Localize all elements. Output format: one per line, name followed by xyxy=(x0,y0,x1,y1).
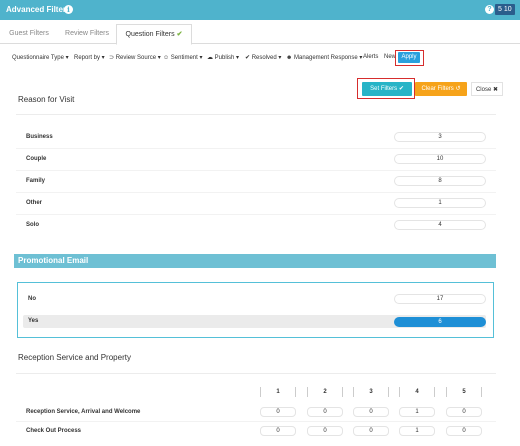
rating-cell[interactable]: 0 xyxy=(446,407,482,417)
column-header-4: 4 xyxy=(399,387,435,397)
tab-question-filters[interactable]: Question Filters ✔ xyxy=(116,24,192,45)
row-label: Check Out Process xyxy=(26,428,82,434)
row-divider xyxy=(16,421,496,422)
rating-cell[interactable]: 0 xyxy=(260,426,296,436)
row-label: Other xyxy=(26,200,43,206)
row-label: Family xyxy=(26,178,46,184)
help-icon[interactable]: ? xyxy=(485,5,494,14)
resolved-dropdown[interactable]: ✔ Resolved ▾ xyxy=(245,54,281,61)
close-button[interactable]: Close ✖ xyxy=(471,82,503,96)
info-icon[interactable]: i xyxy=(64,5,73,14)
rating-cell[interactable]: 0 xyxy=(307,426,343,436)
row-divider xyxy=(16,192,496,193)
section-divider xyxy=(16,373,496,374)
rating-cell[interactable]: 0 xyxy=(260,407,296,417)
column-header-5: 5 xyxy=(446,387,482,397)
filter-toolbar: Questionnaire Type ▾ Report by ▾ ⊃ Revie… xyxy=(0,49,520,67)
title-bar: Advanced Filters i ? 5 10 xyxy=(0,0,520,20)
row-divider xyxy=(16,214,496,215)
management-response-label: Management Response ▾ xyxy=(293,55,363,61)
row-label: Reception Service, Arrival and Welcome xyxy=(26,409,141,415)
count-box-selected[interactable]: 6 xyxy=(394,317,486,327)
sentiment-dropdown[interactable]: ☺ Sentiment ▾ xyxy=(163,54,203,61)
row-label: Yes xyxy=(28,318,39,324)
filter-tabs: Guest Filters Review Filters Question Fi… xyxy=(0,24,520,45)
tab-label: Question Filters xyxy=(125,31,175,38)
cloud-icon: ☁ xyxy=(207,55,215,61)
rss-icon: ⊃ xyxy=(109,55,116,61)
rating-cell[interactable]: 0 xyxy=(353,407,389,417)
highlight-box-set-filters xyxy=(357,78,415,99)
smile-icon: ☺ xyxy=(163,55,171,61)
review-source-dropdown[interactable]: ⊃ Review Source ▾ xyxy=(109,54,161,61)
promotional-email-box xyxy=(17,282,494,338)
column-header-3: 3 xyxy=(353,387,389,397)
count-box[interactable]: 17 xyxy=(394,294,486,304)
column-header-2: 2 xyxy=(307,387,343,397)
count-box[interactable]: 3 xyxy=(394,132,486,142)
questionnaire-type-dropdown[interactable]: Questionnaire Type ▾ xyxy=(12,54,69,61)
alerts-filter[interactable]: Alerts xyxy=(363,54,378,60)
row-label: Business xyxy=(26,134,53,140)
rating-cell[interactable]: 1 xyxy=(399,407,435,417)
publish-dropdown[interactable]: ☁ Publish ▾ xyxy=(207,54,239,61)
row-label: No xyxy=(28,296,36,302)
count-box[interactable]: 1 xyxy=(394,198,486,208)
row-divider xyxy=(16,148,496,149)
window-title: Advanced Filters xyxy=(6,5,71,14)
count-box[interactable]: 8 xyxy=(394,176,486,186)
tab-label: Review Filters xyxy=(65,30,109,37)
row-label: Solo xyxy=(26,222,39,228)
rating-cell[interactable]: 0 xyxy=(353,426,389,436)
reason-for-visit-title: Reason for Visit xyxy=(18,95,75,104)
count-box[interactable]: 10 xyxy=(394,154,486,164)
promotional-email-header: Promotional Email xyxy=(14,254,496,268)
check-icon: ✔ xyxy=(245,55,252,61)
rating-cell[interactable]: 1 xyxy=(399,426,435,436)
section-divider xyxy=(16,114,496,115)
highlight-box-apply xyxy=(395,50,424,66)
check-icon: ✔ xyxy=(176,31,183,38)
resolved-label: Resolved ▾ xyxy=(251,55,282,61)
row-label: Couple xyxy=(26,156,47,162)
report-by-dropdown[interactable]: Report by ▾ xyxy=(74,54,105,61)
sentiment-label: Sentiment ▾ xyxy=(170,55,203,61)
tab-review-filters[interactable]: Review Filters xyxy=(62,24,112,44)
column-header-1: 1 xyxy=(260,387,296,397)
management-response-dropdown[interactable]: ☻ Management Response ▾ xyxy=(286,54,362,61)
publish-label: Publish ▾ xyxy=(214,55,240,61)
clear-filters-button[interactable]: Clear Filters ↺ xyxy=(415,82,467,96)
tab-guest-filters[interactable]: Guest Filters xyxy=(8,24,50,44)
rating-cell[interactable]: 0 xyxy=(307,407,343,417)
tab-label: Guest Filters xyxy=(9,30,49,37)
rating-cell[interactable]: 0 xyxy=(446,426,482,436)
reception-section-title: Reception Service and Property xyxy=(18,353,131,362)
count-box[interactable]: 4 xyxy=(394,220,486,230)
row-divider xyxy=(16,170,496,171)
comments-icon: ☻ xyxy=(286,55,294,61)
review-source-label: Review Source ▾ xyxy=(115,55,161,61)
counter-badge: 5 10 xyxy=(495,4,515,15)
